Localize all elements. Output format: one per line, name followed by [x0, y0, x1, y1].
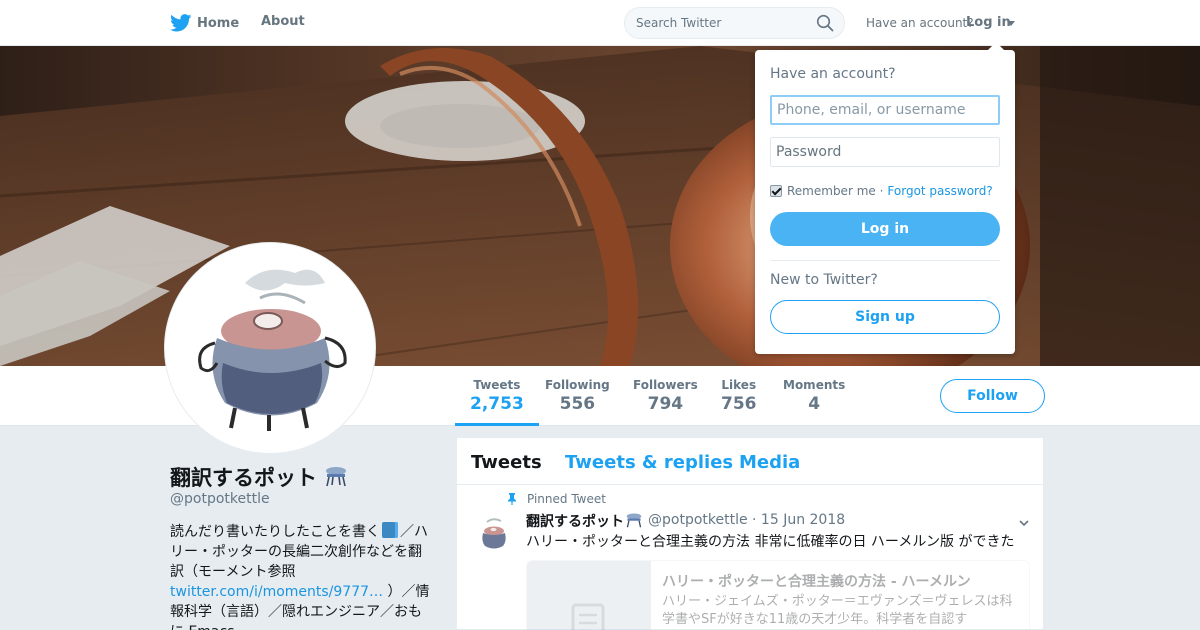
card-description: ハリー・ジェイムズ・ポッター＝エヴァンズ＝ヴェレスは科学書やSFが好きな11歳の…: [662, 594, 1013, 627]
tweet-meta[interactable]: @potpotkettle · 15 Jun 2018: [648, 512, 845, 528]
remember-label: Remember me ·: [787, 184, 884, 198]
password-input[interactable]: [770, 137, 1000, 167]
new-to-twitter-text: New to Twitter?: [770, 272, 878, 288]
search-icon[interactable]: [816, 14, 834, 32]
card-title: ハリー・ポッターと合理主義の方法 - ハーメルン: [662, 574, 971, 590]
top-nav: Home About Have an account? Log in: [0, 0, 1200, 46]
tab-tweets[interactable]: Tweets: [471, 452, 542, 473]
stat-following[interactable]: Following 556: [545, 378, 610, 414]
nav-home-link[interactable]: Home: [170, 14, 239, 32]
timeline-tabs: Tweets Tweets & replies Media: [457, 438, 1043, 485]
stat-label: Tweets: [473, 378, 521, 392]
bio-text: 読んだり書いたりしたことを書く: [170, 524, 380, 540]
link-preview-card[interactable]: ハリー・ポッターと合理主義の方法 - ハーメルン ハリー・ジェイムズ・ポッター＝…: [526, 560, 1030, 630]
stat-moments[interactable]: Moments 4: [783, 378, 845, 414]
tweet-avatar[interactable]: [473, 514, 515, 556]
stat-value: 4: [808, 394, 821, 414]
follow-button[interactable]: Follow: [940, 379, 1045, 413]
chair-emoji-icon: [326, 467, 346, 487]
stat-value: 794: [647, 394, 684, 414]
signup-button[interactable]: Sign up: [770, 300, 1000, 334]
stat-label: Followers: [633, 378, 698, 392]
book-emoji-icon: [382, 522, 398, 538]
profile-handle: @potpotkettle: [170, 491, 270, 507]
tweet-menu-chevron-icon[interactable]: [1019, 518, 1029, 528]
dropdown-question: Have an account?: [770, 66, 896, 82]
nav-about-link[interactable]: About: [261, 14, 305, 29]
tab-media[interactable]: Media: [739, 452, 800, 473]
login-dropdown: Have an account? Remember me · Forgot pa…: [755, 42, 1015, 354]
username-input[interactable]: [770, 95, 1000, 125]
login-dropdown-toggle[interactable]: Log in: [966, 15, 1011, 30]
pinned-tweet-indicator: Pinned Tweet: [506, 492, 606, 506]
pinned-label: Pinned Tweet: [527, 492, 606, 506]
profile-bio: 読んだり書いたりしたことを書く ／ハリー・ポッターの長編二次創作などを翻訳（モーメ…: [170, 522, 432, 630]
divider: [770, 260, 1000, 261]
twitter-bird-icon: [170, 14, 192, 32]
stat-label: Likes: [721, 378, 757, 392]
forgot-password-link[interactable]: Forgot password?: [887, 184, 992, 198]
remember-row: Remember me · Forgot password?: [770, 184, 993, 198]
login-button[interactable]: Log in: [770, 212, 1000, 246]
profile-avatar[interactable]: [164, 242, 376, 454]
card-thumbnail: [527, 561, 651, 630]
timeline: Tweets Tweets & replies Media Pinned Twe…: [456, 437, 1044, 630]
stat-value: 756: [721, 394, 757, 414]
stat-label: Moments: [783, 378, 846, 392]
bio-moments-link[interactable]: twitter.com/i/moments/9777…: [170, 584, 383, 600]
profile-name: 翻訳するポット: [170, 466, 317, 490]
chair-emoji-icon: [626, 513, 642, 528]
stat-tweets[interactable]: Tweets 2,753: [455, 378, 539, 426]
stat-value: 2,753: [470, 394, 524, 414]
tab-tweets-replies[interactable]: Tweets & replies: [565, 452, 733, 473]
pin-icon: [508, 493, 516, 505]
tweet-author-name[interactable]: 翻訳するポット: [526, 511, 624, 531]
stat-label: Following: [545, 378, 610, 392]
stat-likes[interactable]: Likes 756: [721, 378, 757, 414]
caret-down-icon[interactable]: [1007, 21, 1015, 26]
search-input[interactable]: [624, 7, 845, 39]
nav-home-label: Home: [197, 15, 240, 31]
have-account-text: Have an account?: [866, 16, 974, 30]
stat-value: 556: [559, 394, 596, 414]
stat-followers[interactable]: Followers 794: [633, 378, 698, 414]
remember-me-checkbox[interactable]: [770, 185, 782, 197]
tweet-text: ハリー・ポッターと合理主義の方法 非常に低確率の日 ハーメルン版 ができた: [526, 534, 1015, 550]
